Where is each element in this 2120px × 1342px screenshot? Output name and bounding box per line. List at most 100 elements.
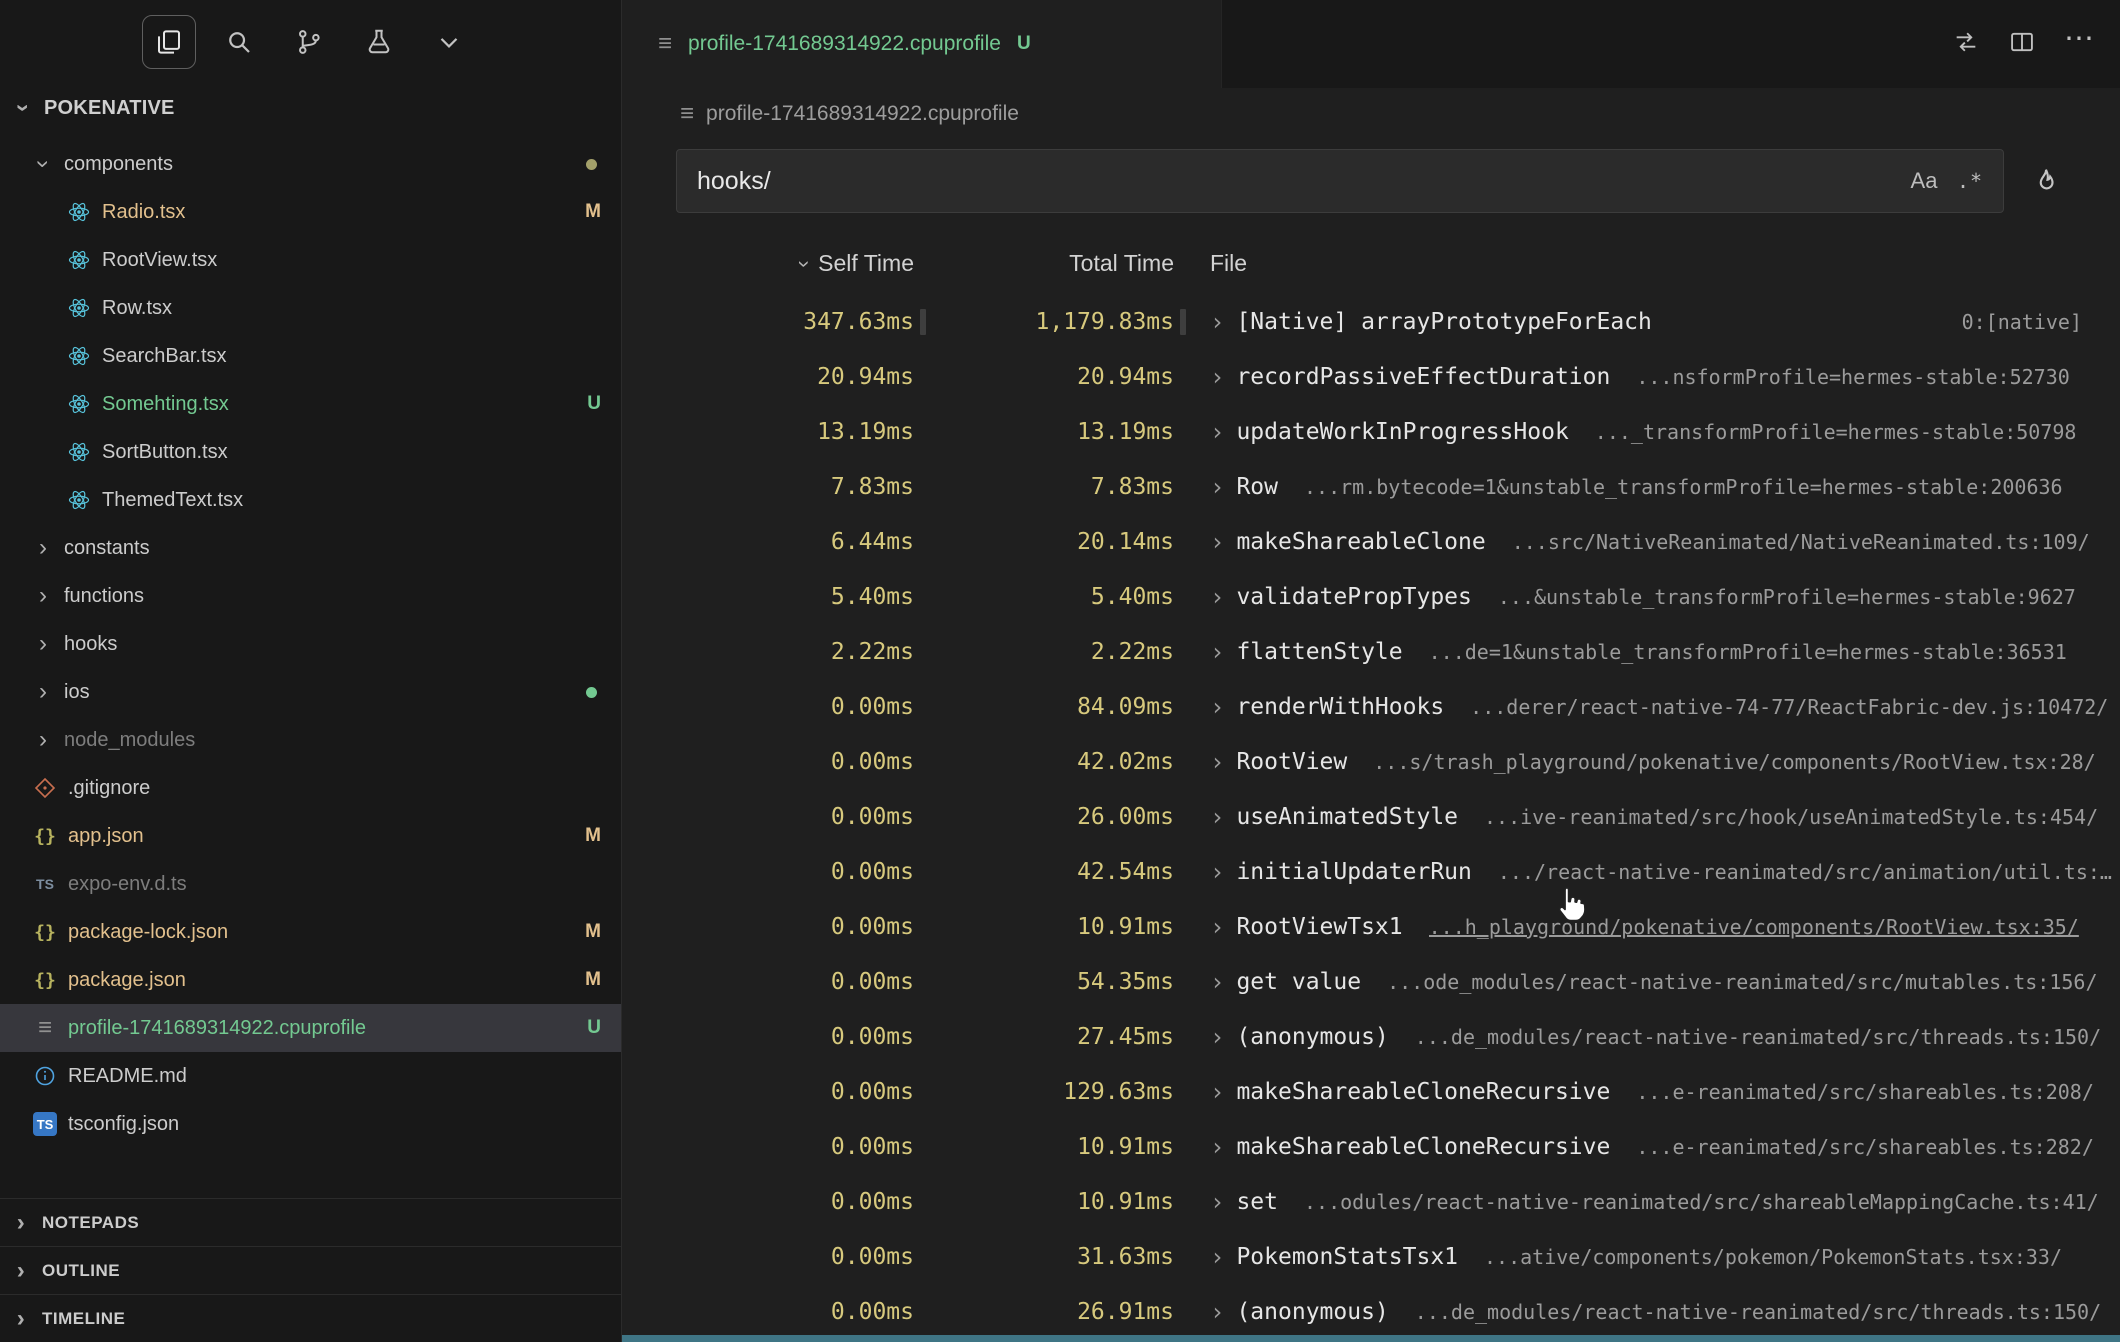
file-label: profile-1741689314922.cpuprofile [68,1017,366,1040]
file-label: hooks [64,633,117,656]
file-path-link[interactable]: ...src/NativeReanimated/NativeReanimated… [1512,530,2090,554]
explorer-item-profile-1741689314922.cpuprofile[interactable]: ≡profile-1741689314922.cpuprofileU [0,1004,621,1052]
profile-row[interactable]: 0.00ms26.00ms›useAnimatedStyle...ive-rea… [622,789,2120,844]
file-path-link[interactable]: ...h_playground/pokenative/components/Ro… [1429,915,2079,939]
file-path-link[interactable]: ...derer/react-native-74-77/ReactFabric-… [1470,695,2108,719]
chevron-right-icon: › [1210,638,1224,666]
file-cell: ›set...odules/react-native-reanimated/sr… [1210,1188,2120,1216]
tab-cpuprofile[interactable]: ≡ profile-1741689314922.cpuprofile U [622,0,1222,88]
info-icon [32,1063,58,1089]
debug-icon[interactable] [352,15,406,69]
file-path-link[interactable]: ...e-reanimated/src/shareables.ts:208/ [1636,1080,2094,1104]
explorer-icon[interactable] [142,15,196,69]
explorer-item-.gitignore[interactable]: .gitignore [0,764,621,812]
workspace-root[interactable]: › POKENATIVE [0,84,621,132]
explorer-item-constants[interactable]: ›constants [0,524,621,572]
file-path-link[interactable]: ..._transformProfile=hermes-stable:50798 [1595,420,2077,444]
breadcrumb-label: profile-1741689314922.cpuprofile [706,102,1019,126]
profile-row[interactable]: 20.94ms20.94ms›recordPassiveEffectDurati… [622,349,2120,404]
panel-notepads[interactable]: › NOTEPADS [0,1198,621,1246]
profile-row[interactable]: 0.00ms84.09ms›renderWithHooks...derer/re… [622,679,2120,734]
header-file[interactable]: File [1210,250,1247,277]
explorer-item-package.json[interactable]: {}package.jsonM [0,956,621,1004]
file-path-link[interactable]: .../react-native-reanimated/src/animatio… [1498,860,2120,884]
file-path-link[interactable]: ...s/trash_playground/pokenative/compone… [1373,750,2095,774]
file-path-link[interactable]: ...de_modules/react-native-reanimated/sr… [1415,1025,2101,1049]
explorer-item-SearchBar.tsx[interactable]: SearchBar.tsx [0,332,621,380]
file-path-link[interactable]: ...ode_modules/react-native-reanimated/s… [1387,970,2097,994]
editor-actions: ⋯ [1952,0,2120,88]
git-status-badge: M [585,825,601,847]
git-status-badge: M [585,921,601,943]
source-control-icon[interactable] [282,15,336,69]
profile-row[interactable]: 0.00ms129.63ms›makeShareableCloneRecursi… [622,1064,2120,1119]
panel-timeline[interactable]: › TIMELINE [0,1294,621,1342]
search-icon[interactable] [212,15,266,69]
header-self-time[interactable]: ›Self Time [622,250,914,277]
profile-row[interactable]: 13.19ms13.19ms›updateWorkInProgressHook.… [622,404,2120,459]
profile-row[interactable]: 6.44ms20.14ms›makeShareableClone...src/N… [622,514,2120,569]
compare-icon[interactable] [1952,28,1980,61]
file-path-link[interactable]: ...de=1&unstable_transformProfile=hermes… [1429,640,2067,664]
more-views-chevron-icon[interactable] [422,15,476,69]
self-time-value: 0.00ms [622,1024,914,1050]
explorer-item-hooks[interactable]: ›hooks [0,620,621,668]
regex-button[interactable]: .* [1947,158,1993,204]
header-total-time[interactable]: Total Time [914,250,1174,277]
profile-row[interactable]: 0.00ms54.35ms›get value...ode_modules/re… [622,954,2120,1009]
function-name: recordPassiveEffectDuration [1236,364,1610,390]
function-name: Row [1236,474,1278,500]
profile-row[interactable]: 0.00ms26.91ms›(anonymous)...de_modules/r… [622,1284,2120,1339]
panel-outline[interactable]: › OUTLINE [0,1246,621,1294]
chevron-right-icon: › [1210,748,1224,776]
file-path-link[interactable]: ...ive-reanimated/src/hook/useAnimatedSt… [1484,805,2098,829]
match-case-button[interactable]: Aa [1901,158,1947,204]
explorer-item-package-lock.json[interactable]: {}package-lock.jsonM [0,908,621,956]
profile-row[interactable]: 0.00ms10.91ms›RootViewTsx1...h_playgroun… [622,899,2120,954]
explorer-item-node_modules[interactable]: ›node_modules [0,716,621,764]
explorer-item-components[interactable]: ›components [0,140,621,188]
explorer-item-Row.tsx[interactable]: Row.tsx [0,284,621,332]
profile-row[interactable]: 0.00ms10.91ms›makeShareableCloneRecursiv… [622,1119,2120,1174]
total-time-value: 26.91ms [914,1299,1174,1325]
explorer-item-expo-env.d.ts[interactable]: TSexpo-env.d.ts [0,860,621,908]
function-name: makeShareableClone [1236,529,1485,555]
explorer-item-Radio.tsx[interactable]: Radio.tsxM [0,188,621,236]
profile-row[interactable]: 0.00ms10.91ms›set...odules/react-native-… [622,1174,2120,1229]
flame-icon[interactable] [2022,157,2070,205]
chevron-right-icon: › [1210,1133,1224,1161]
explorer-item-ThemedText.tsx[interactable]: ThemedText.tsx [0,476,621,524]
profile-row[interactable]: 0.00ms31.63ms›PokemonStatsTsx1...ative/c… [622,1229,2120,1284]
file-path-link[interactable]: ...odules/react-native-reanimated/src/sh… [1304,1190,2099,1214]
profile-row[interactable]: 5.40ms5.40ms›validatePropTypes...&unstab… [622,569,2120,624]
profile-row[interactable]: 7.83ms7.83ms›Row...rm.bytecode=1&unstabl… [622,459,2120,514]
self-time-value: 0.00ms [622,914,914,940]
explorer-item-Somehting.tsx[interactable]: Somehting.tsxU [0,380,621,428]
split-editor-icon[interactable] [2008,28,2036,61]
workspace-root-label: POKENATIVE [44,97,175,120]
explorer-item-README.md[interactable]: README.md [0,1052,621,1100]
filter-input[interactable] [697,167,1901,196]
self-time-value: 0.00ms [622,1134,914,1160]
explorer-item-ios[interactable]: ›ios [0,668,621,716]
explorer-item-functions[interactable]: ›functions [0,572,621,620]
profile-row[interactable]: 0.00ms42.54ms›initialUpdaterRun.../react… [622,844,2120,899]
file-path-link[interactable]: ...rm.bytecode=1&unstable_transformProfi… [1304,475,2063,499]
explorer-item-app.json[interactable]: {}app.jsonM [0,812,621,860]
explorer-item-RootView.tsx[interactable]: RootView.tsx [0,236,621,284]
file-path-link[interactable]: ...&unstable_transformProfile=hermes-sta… [1498,585,2076,609]
breadcrumb[interactable]: ≡ profile-1741689314922.cpuprofile [622,88,2120,140]
file-path-link[interactable]: ...nsformProfile=hermes-stable:52730 [1636,365,2069,389]
explorer-item-SortButton.tsx[interactable]: SortButton.tsx [0,428,621,476]
table-header: ›Self Time Total Time File [622,232,2120,294]
more-actions-icon[interactable]: ⋯ [2064,39,2094,49]
file-path-link[interactable]: ...ative/components/pokemon/PokemonStats… [1484,1245,2062,1269]
explorer-item-tsconfig.json[interactable]: TStsconfig.json [0,1100,621,1148]
profile-row[interactable]: 2.22ms2.22ms›flattenStyle...de=1&unstabl… [622,624,2120,679]
profile-row[interactable]: 0.00ms42.02ms›RootView...s/trash_playgro… [622,734,2120,789]
profile-row[interactable]: 0.00ms27.45ms›(anonymous)...de_modules/r… [622,1009,2120,1064]
file-path-link[interactable]: ...de_modules/react-native-reanimated/sr… [1415,1300,2101,1324]
profile-row[interactable]: 347.63ms1,179.83ms›[Native] arrayPrototy… [622,294,2120,349]
panel-label: OUTLINE [42,1261,120,1281]
file-path-link[interactable]: ...e-reanimated/src/shareables.ts:282/ [1636,1135,2094,1159]
